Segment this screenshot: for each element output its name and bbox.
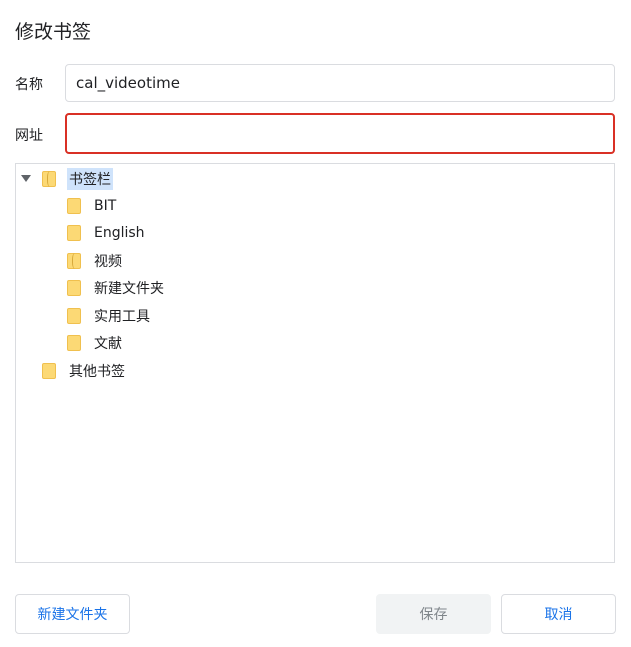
folder-icon xyxy=(67,308,81,324)
dialog-title: 修改书签 xyxy=(15,21,92,43)
url-label: 网址 xyxy=(15,128,43,144)
tree-item[interactable]: 新建文件夹 xyxy=(67,276,166,300)
tree-item-label: BIT xyxy=(94,198,117,214)
tree-item-label: 其他书签 xyxy=(69,364,125,380)
tree-item[interactable]: 视频 xyxy=(67,249,124,273)
tree-item-label: 视频 xyxy=(94,254,122,270)
folder-icon xyxy=(42,363,56,379)
folder-icon xyxy=(67,198,81,214)
tree-item-label: 新建文件夹 xyxy=(94,281,164,297)
folder-open-icon xyxy=(67,253,81,269)
folder-tree[interactable]: 书签栏 BIT English 视频 新建文件夹 实用工具 文献 其他书签 xyxy=(15,163,615,563)
folder-icon xyxy=(67,280,81,296)
name-label: 名称 xyxy=(15,77,43,93)
tree-item-label: English xyxy=(94,225,145,241)
tree-item[interactable]: 实用工具 xyxy=(67,304,152,328)
save-button[interactable]: 保存 xyxy=(376,594,491,634)
tree-item-bookmarks-bar[interactable]: 书签栏 xyxy=(42,167,113,191)
tree-item-other-bookmarks[interactable]: 其他书签 xyxy=(42,359,127,383)
cancel-button[interactable]: 取消 xyxy=(501,594,616,634)
tree-item[interactable]: 文献 xyxy=(67,331,124,355)
tree-item-label: 文献 xyxy=(94,336,122,352)
tree-item[interactable]: English xyxy=(67,221,147,245)
tree-item-label: 实用工具 xyxy=(94,309,150,325)
folder-icon xyxy=(67,335,81,351)
folder-icon xyxy=(67,225,81,241)
expand-arrow-icon[interactable] xyxy=(21,175,31,182)
new-folder-button[interactable]: 新建文件夹 xyxy=(15,594,130,634)
tree-item-label: 书签栏 xyxy=(67,168,113,190)
folder-open-icon xyxy=(42,171,56,187)
tree-item[interactable]: BIT xyxy=(67,194,118,218)
url-input[interactable] xyxy=(65,113,615,154)
name-input[interactable]: cal_videotime xyxy=(65,64,615,102)
name-input-value: cal_videotime xyxy=(76,74,180,92)
